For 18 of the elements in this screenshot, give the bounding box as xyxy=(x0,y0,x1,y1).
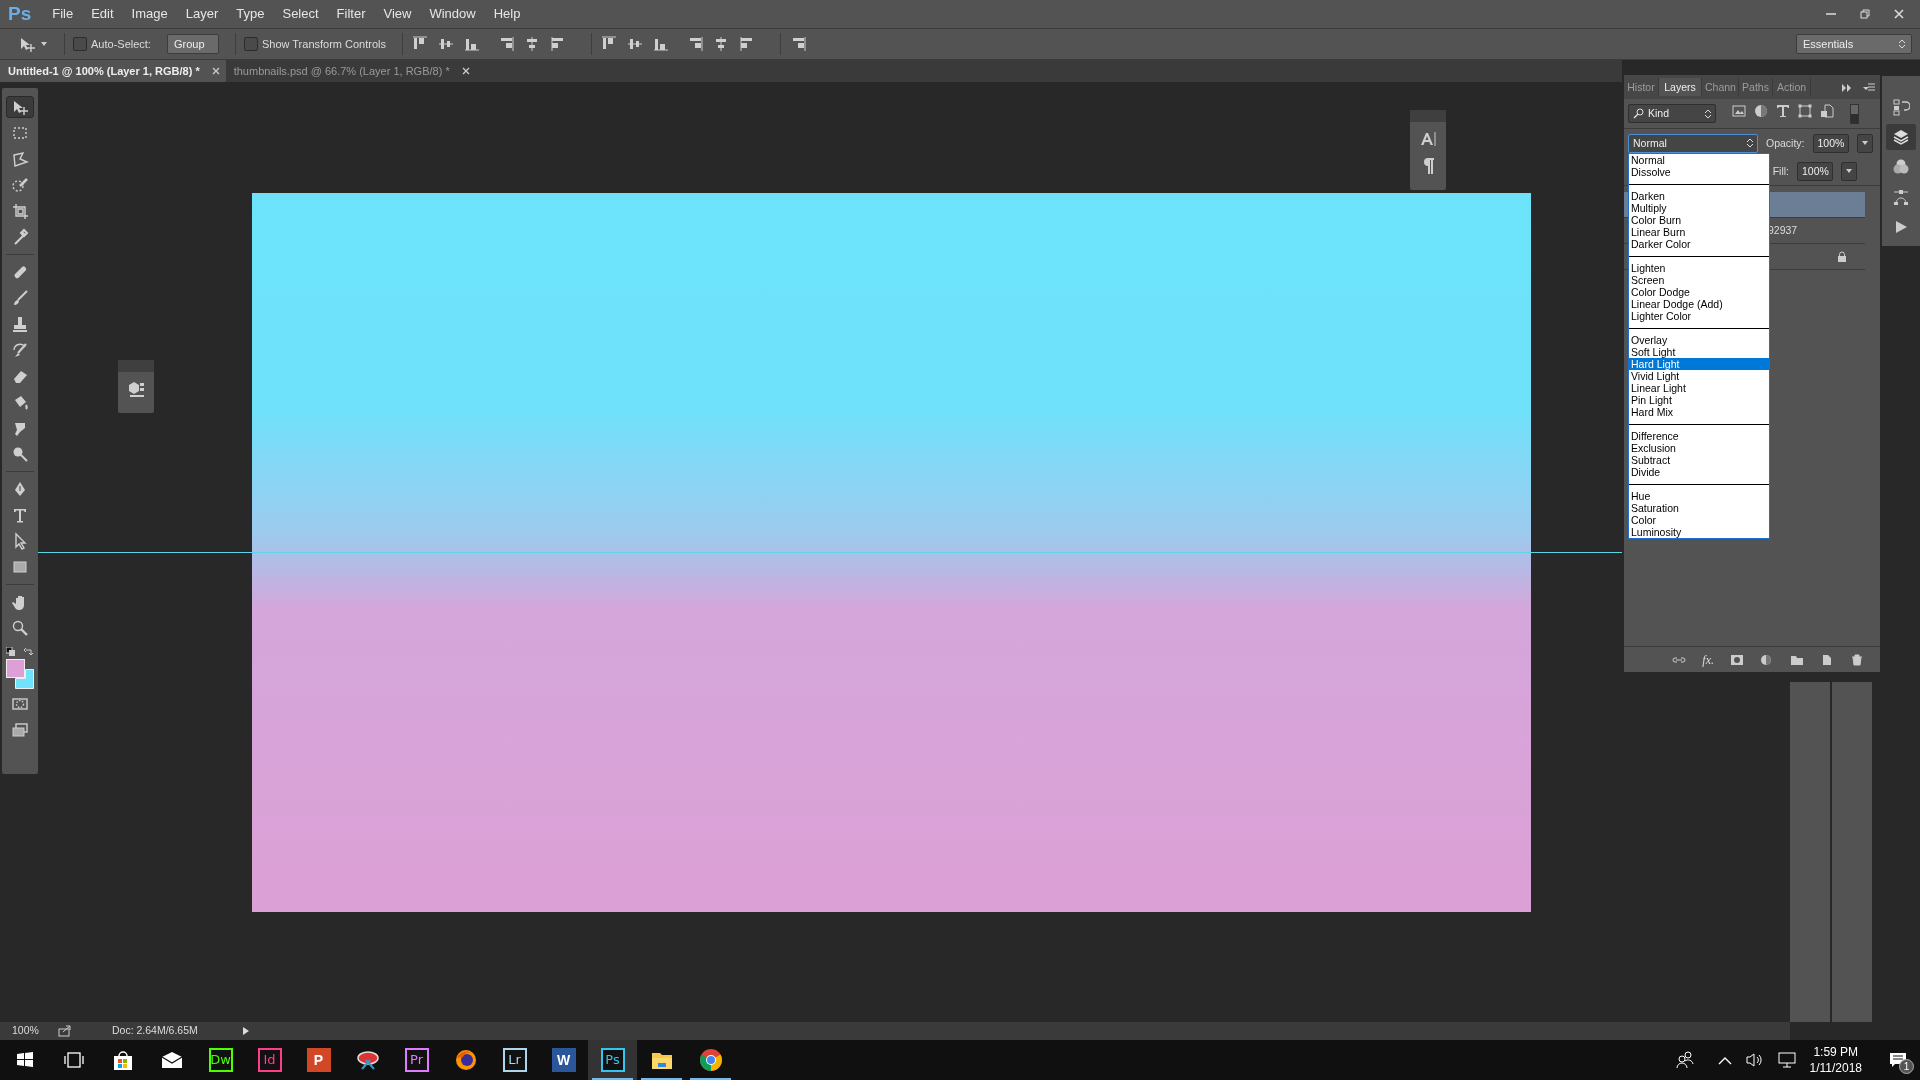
app-tile: P xyxy=(306,1048,331,1072)
app-tile: Id xyxy=(257,1048,282,1072)
checkbox-label: Show Transform Controls xyxy=(261,36,387,52)
app-tile: W xyxy=(551,1048,576,1072)
filter-value: Kind xyxy=(1648,106,1669,122)
app-logo: Ps xyxy=(7,1,33,26)
app-tile: Ps xyxy=(600,1048,625,1072)
checkbox-label: Auto-Select: xyxy=(91,36,151,52)
app-tile: Dw xyxy=(208,1048,233,1072)
document-size: Doc: 2.64M/6.65M xyxy=(112,1023,199,1039)
app-tile: Pr xyxy=(404,1048,429,1072)
notification-count: 1 xyxy=(1899,1059,1914,1074)
opacity-label: Opacity: xyxy=(1766,135,1805,151)
date-text: 1/11/2018 xyxy=(1809,1060,1862,1076)
zoom-level: 100% xyxy=(12,1023,40,1039)
time-text: 1:59 PM xyxy=(1812,1044,1860,1060)
app-tile: Lr xyxy=(502,1048,527,1072)
fill-label: Fill: xyxy=(1772,163,1789,179)
